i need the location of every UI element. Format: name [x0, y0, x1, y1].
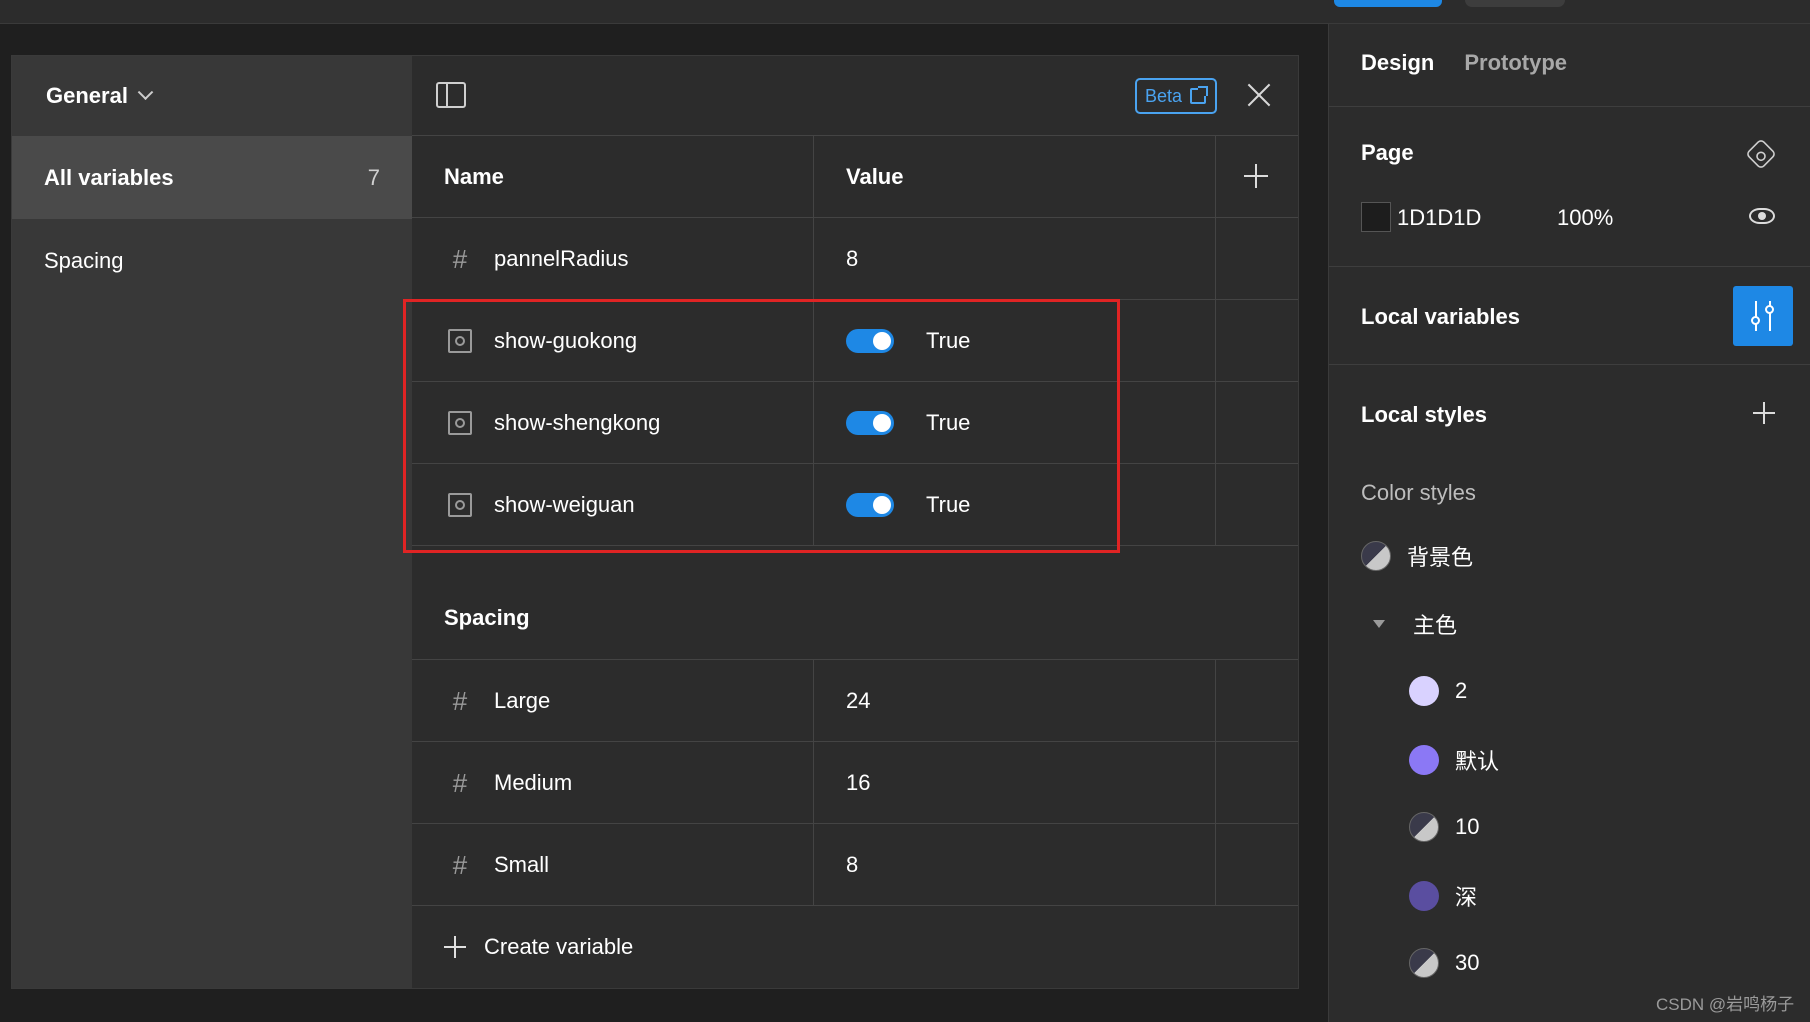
- panel-tabs: Design Prototype: [1361, 50, 1567, 76]
- style-label: 背景色: [1407, 545, 1474, 570]
- boolean-toggle[interactable]: [846, 411, 894, 435]
- table-row[interactable]: show-guokong True: [412, 300, 1298, 382]
- style-label: 10: [1455, 814, 1480, 839]
- color-swatch: [1409, 948, 1439, 978]
- create-variable-button[interactable]: Create variable: [412, 906, 1298, 988]
- collections-sidebar: General All variables 7 Spacing: [12, 56, 412, 988]
- color-swatch: [1409, 745, 1439, 775]
- column-header-value: Value: [814, 136, 1216, 218]
- create-variable-label: Create variable: [484, 934, 634, 959]
- variable-value[interactable]: 8: [846, 852, 858, 878]
- page-settings-icon[interactable]: [1745, 138, 1777, 170]
- divider: [1329, 106, 1810, 107]
- boolean-type-icon: [448, 493, 472, 517]
- table-row[interactable]: show-shengkong True: [412, 382, 1298, 464]
- sidebar-item-spacing[interactable]: Spacing: [12, 219, 412, 302]
- variable-value: True: [926, 328, 971, 353]
- color-style-item[interactable]: 背景色: [1361, 540, 1473, 572]
- page-color-swatch[interactable]: [1361, 202, 1391, 232]
- variable-name[interactable]: pannelRadius: [494, 246, 629, 272]
- variable-value[interactable]: 24: [846, 688, 870, 714]
- add-style-plus-icon[interactable]: [1753, 402, 1775, 424]
- style-label: 主色: [1413, 613, 1458, 638]
- color-swatch: [1361, 541, 1391, 571]
- boolean-toggle[interactable]: [846, 493, 894, 517]
- number-type-icon: #: [452, 685, 468, 716]
- divider: [1329, 364, 1810, 365]
- color-style-item[interactable]: 10: [1409, 812, 1479, 842]
- style-label: 默认: [1455, 749, 1500, 774]
- page-color-opacity[interactable]: 100%: [1557, 205, 1613, 231]
- caret-down-icon[interactable]: [1373, 620, 1385, 628]
- boolean-toggle[interactable]: [846, 329, 894, 353]
- beta-badge[interactable]: Beta: [1135, 78, 1217, 114]
- external-link-icon: [1190, 86, 1209, 104]
- group-title: Spacing: [412, 546, 1298, 660]
- sidebar-item-all-variables[interactable]: All variables 7: [12, 136, 412, 219]
- page-section-title: Page: [1361, 140, 1414, 165]
- variable-value[interactable]: 16: [846, 770, 870, 796]
- column-header-name: Name: [412, 136, 814, 218]
- color-swatch: [1409, 812, 1439, 842]
- collection-dropdown[interactable]: General: [12, 56, 412, 136]
- variable-name[interactable]: show-weiguan: [494, 492, 635, 518]
- table-row[interactable]: # Large 24: [412, 660, 1298, 742]
- share-button[interactable]: [1334, 0, 1442, 7]
- variable-value: True: [926, 410, 971, 435]
- close-icon[interactable]: [1244, 80, 1274, 110]
- eye-icon[interactable]: [1749, 208, 1775, 224]
- color-style-item[interactable]: 2: [1409, 676, 1467, 706]
- present-button[interactable]: [1465, 0, 1565, 7]
- variable-name[interactable]: show-shengkong: [494, 410, 660, 436]
- color-style-item[interactable]: 默认: [1409, 744, 1499, 776]
- tab-design[interactable]: Design: [1361, 50, 1434, 76]
- local-variables-title: Local variables: [1361, 304, 1520, 329]
- table-row[interactable]: # Medium 16: [412, 742, 1298, 824]
- color-style-item[interactable]: 30: [1409, 948, 1479, 978]
- open-variables-button[interactable]: [1733, 286, 1793, 346]
- variable-count: 7: [367, 164, 380, 190]
- watermark: CSDN @岩鸣杨子: [1656, 995, 1795, 1014]
- variables-modal: General All variables 7 Spacing Beta Nam…: [12, 56, 1298, 988]
- plus-icon: [444, 936, 466, 958]
- style-label: 2: [1455, 678, 1468, 703]
- variables-table: Beta Name Value # pannelRadius 8 show-guo…: [412, 56, 1298, 988]
- table-row[interactable]: # Small 8: [412, 824, 1298, 906]
- sidebar-toggle-icon[interactable]: [436, 82, 466, 108]
- sidebar-item-label: Spacing: [44, 247, 124, 273]
- table-row[interactable]: show-weiguan True: [412, 464, 1298, 546]
- tab-prototype[interactable]: Prototype: [1464, 50, 1567, 76]
- number-type-icon: #: [452, 243, 468, 274]
- color-style-item[interactable]: 深: [1409, 880, 1477, 912]
- number-type-icon: #: [452, 767, 468, 798]
- top-toolbar: [0, 0, 1810, 24]
- color-styles-title: Color styles: [1361, 480, 1476, 505]
- beta-label: Beta: [1145, 85, 1183, 106]
- boolean-type-icon: [448, 329, 472, 353]
- variable-name[interactable]: show-guokong: [494, 328, 637, 354]
- modal-header: Beta: [412, 56, 1298, 136]
- chevron-down-icon: [137, 83, 154, 100]
- variable-value: True: [926, 492, 971, 517]
- number-type-icon: #: [452, 849, 468, 880]
- style-label: 深: [1455, 885, 1478, 910]
- variable-value[interactable]: 8: [846, 246, 858, 272]
- divider: [1329, 266, 1810, 267]
- local-styles-title: Local styles: [1361, 402, 1487, 427]
- color-style-group[interactable]: 主色: [1373, 608, 1457, 640]
- variable-name[interactable]: Large: [494, 688, 550, 714]
- table-row[interactable]: # pannelRadius 8: [412, 218, 1298, 300]
- sidebar-item-label: All variables: [44, 164, 174, 190]
- variable-name[interactable]: Small: [494, 852, 549, 878]
- boolean-type-icon: [448, 411, 472, 435]
- add-mode-plus-icon[interactable]: [1244, 164, 1268, 188]
- collection-name: General: [46, 83, 128, 108]
- color-swatch: [1409, 881, 1439, 911]
- table-header: Name Value: [412, 136, 1298, 218]
- variable-name[interactable]: Medium: [494, 770, 572, 796]
- style-label: 30: [1455, 950, 1480, 975]
- page-color-hex[interactable]: 1D1D1D: [1397, 205, 1481, 231]
- color-swatch: [1409, 676, 1439, 706]
- design-panel: Design Prototype Page 1D1D1D 100% Local …: [1328, 24, 1810, 1022]
